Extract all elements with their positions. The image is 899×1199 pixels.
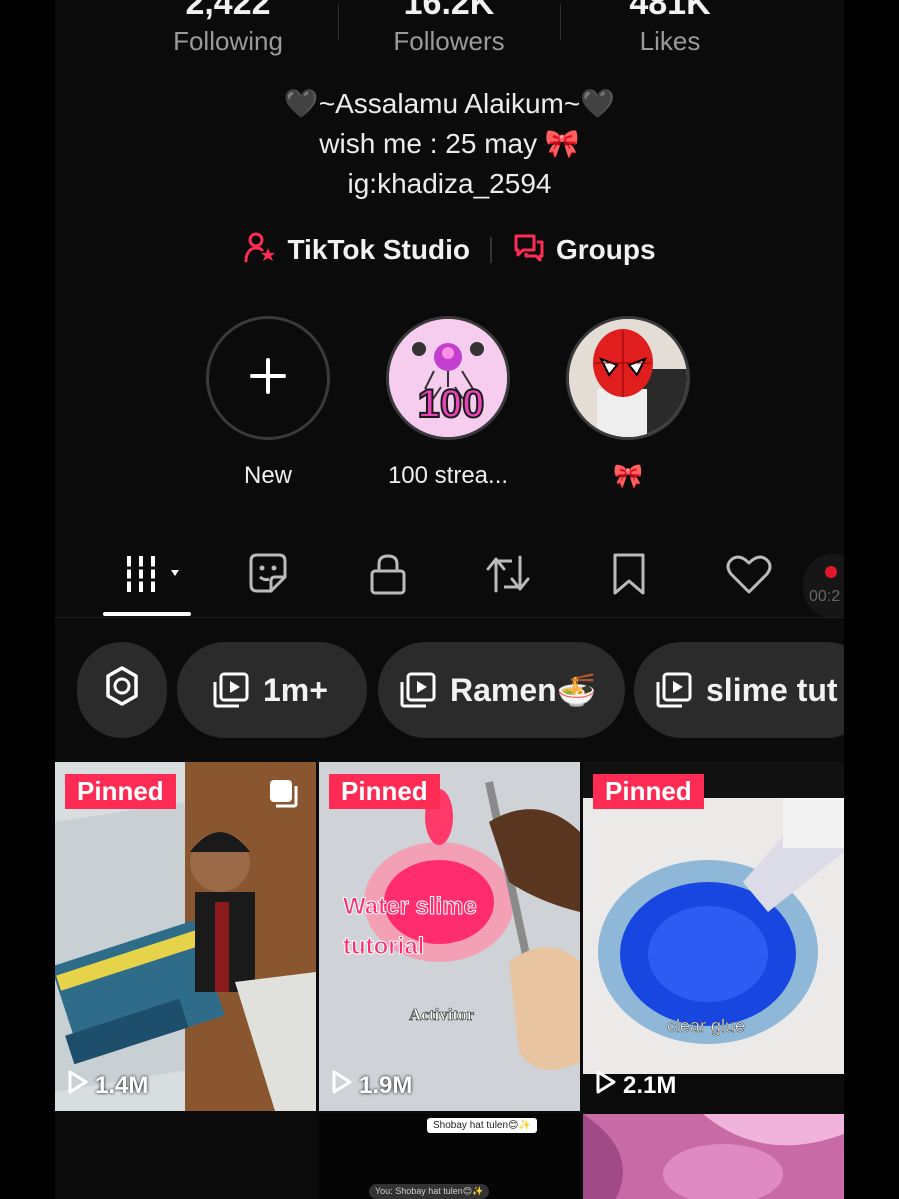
video-subcaption: You: Shobay hat tulen😊✨ bbox=[369, 1184, 490, 1199]
studio-user-star-icon bbox=[243, 230, 277, 271]
view-count: 1.9M bbox=[331, 1070, 412, 1101]
playlist-label: Ramen🍜 bbox=[450, 672, 597, 708]
studio-label: TikTok Studio bbox=[287, 234, 470, 265]
playlist-icon bbox=[398, 670, 438, 710]
play-icon bbox=[67, 1070, 89, 1101]
groups-link[interactable]: Groups bbox=[512, 230, 656, 271]
video-thumbnail[interactable] bbox=[583, 1114, 844, 1199]
view-count: 1.4M bbox=[67, 1070, 148, 1101]
likes-label: Likes bbox=[639, 26, 701, 56]
video-overlay-title-line2: tutorial bbox=[343, 933, 424, 960]
video-overlay-sub: Activitor bbox=[409, 1005, 475, 1024]
video-thumbnail[interactable]: Shobay hat tulen😊✨ You: Shobay hat tulen… bbox=[319, 1114, 580, 1199]
video-caption: Shobay hat tulen😊✨ bbox=[427, 1118, 537, 1133]
live-recording-indicator[interactable]: 00:2 bbox=[803, 554, 844, 618]
bookmark-icon bbox=[609, 551, 649, 602]
stat-divider bbox=[338, 4, 339, 40]
play-icon bbox=[331, 1070, 353, 1101]
video-thumbnail[interactable] bbox=[55, 1114, 316, 1199]
tab-saved[interactable] bbox=[599, 546, 659, 606]
videos-grid-icon bbox=[121, 552, 187, 601]
highlight-label: 🎀 bbox=[613, 463, 643, 490]
video-overlay-sub: clear glue bbox=[667, 1016, 745, 1036]
playlist-label: 1m+ bbox=[263, 671, 328, 708]
gear-icon bbox=[99, 663, 145, 717]
bow-highlight-circle[interactable] bbox=[566, 316, 690, 440]
profile-screen: 2,422 Following 16.2K Followers 481K Lik… bbox=[55, 0, 844, 1199]
sticker-icon bbox=[245, 551, 291, 602]
playlist-chips: 1m+ Ramen🍜 slime tut bbox=[55, 640, 844, 740]
tab-videos[interactable] bbox=[117, 546, 191, 606]
lock-icon bbox=[366, 551, 410, 602]
live-timer: 00:2 bbox=[809, 588, 841, 605]
profile-bio: 🖤~Assalamu Alaikum~🖤 wish me : 25 may 🎀 … bbox=[55, 84, 844, 204]
highlight-label: 100 strea... bbox=[387, 462, 509, 489]
tab-stickers[interactable] bbox=[238, 546, 298, 606]
following-stat[interactable]: 2,422 Following bbox=[128, 0, 328, 56]
view-count-value: 1.9M bbox=[359, 1071, 413, 1099]
video-preview-image bbox=[583, 1114, 844, 1199]
playlist-settings-button[interactable] bbox=[77, 642, 167, 738]
active-tab-indicator bbox=[103, 612, 191, 616]
play-icon bbox=[595, 1070, 617, 1101]
video-thumbnail[interactable]: clear glue Pinned 2.1M bbox=[583, 762, 844, 1111]
streak-badge: 100 bbox=[418, 382, 485, 426]
playlist-label: slime tut bbox=[706, 671, 838, 708]
heart-icon bbox=[725, 552, 773, 601]
groups-chat-icon bbox=[512, 230, 546, 271]
new-highlight-circle[interactable] bbox=[206, 316, 330, 440]
tiktok-studio-link[interactable]: TikTok Studio bbox=[243, 230, 470, 271]
playlist-chip[interactable]: slime tut bbox=[634, 642, 844, 738]
video-preview-image: clear glue bbox=[583, 762, 844, 1111]
bio-line: 🖤~Assalamu Alaikum~🖤 bbox=[283, 88, 616, 119]
video-thumbnail[interactable]: Pinned 1.4M bbox=[55, 762, 316, 1111]
view-count-value: 2.1M bbox=[623, 1071, 677, 1099]
view-count-value: 1.4M bbox=[95, 1071, 149, 1099]
highlight-bow[interactable]: 🎀 bbox=[563, 316, 693, 491]
record-dot-icon bbox=[825, 566, 837, 578]
spiderman-thumbnail-icon bbox=[569, 319, 687, 437]
playlist-chip[interactable]: Ramen🍜 bbox=[378, 642, 625, 738]
multi-photo-icon bbox=[266, 776, 300, 815]
stat-divider bbox=[560, 4, 561, 40]
playlist-icon bbox=[654, 670, 694, 710]
streak-highlight-circle[interactable]: 100 bbox=[386, 316, 510, 440]
pinned-badge: Pinned bbox=[65, 774, 176, 809]
bio-line: wish me : 25 may 🎀 bbox=[319, 128, 580, 159]
playlist-chip[interactable]: 1m+ bbox=[177, 642, 367, 738]
highlight-streak[interactable]: 100 100 strea... bbox=[383, 316, 513, 490]
groups-label: Groups bbox=[555, 234, 656, 265]
repost-icon bbox=[484, 551, 532, 602]
tabs-divider bbox=[55, 617, 844, 618]
streak-thumbnail-icon: 100 bbox=[389, 319, 507, 437]
links-divider bbox=[489, 237, 492, 263]
bio-line: ig:khadiza_2594 bbox=[347, 168, 552, 199]
playlist-icon bbox=[211, 670, 251, 710]
video-thumbnail[interactable]: Water slime tutorial Activitor Pinned 1.… bbox=[319, 762, 580, 1111]
profile-tabs: 00:2 bbox=[55, 540, 844, 618]
followers-label: Followers bbox=[393, 26, 505, 56]
following-label: Following bbox=[173, 26, 283, 56]
pinned-badge: Pinned bbox=[329, 774, 440, 809]
plus-icon bbox=[248, 356, 288, 401]
highlight-new[interactable]: New bbox=[203, 316, 333, 490]
followers-stat[interactable]: 16.2K Followers bbox=[349, 0, 549, 56]
followers-count: 16.2K bbox=[403, 0, 495, 22]
tab-liked[interactable] bbox=[719, 546, 779, 606]
tab-reposts[interactable] bbox=[478, 546, 538, 606]
view-count: 2.1M bbox=[595, 1070, 676, 1101]
tab-private[interactable] bbox=[358, 546, 418, 606]
likes-count: 481K bbox=[629, 0, 711, 22]
profile-links: TikTok Studio Groups bbox=[55, 228, 844, 272]
highlight-label: New bbox=[243, 462, 292, 489]
likes-stat[interactable]: 481K Likes bbox=[570, 0, 770, 56]
following-count: 2,422 bbox=[185, 0, 271, 22]
video-overlay-title-line1: Water slime bbox=[343, 893, 477, 920]
video-preview-image: Water slime tutorial Activitor bbox=[319, 762, 580, 1111]
pinned-badge: Pinned bbox=[593, 774, 704, 809]
